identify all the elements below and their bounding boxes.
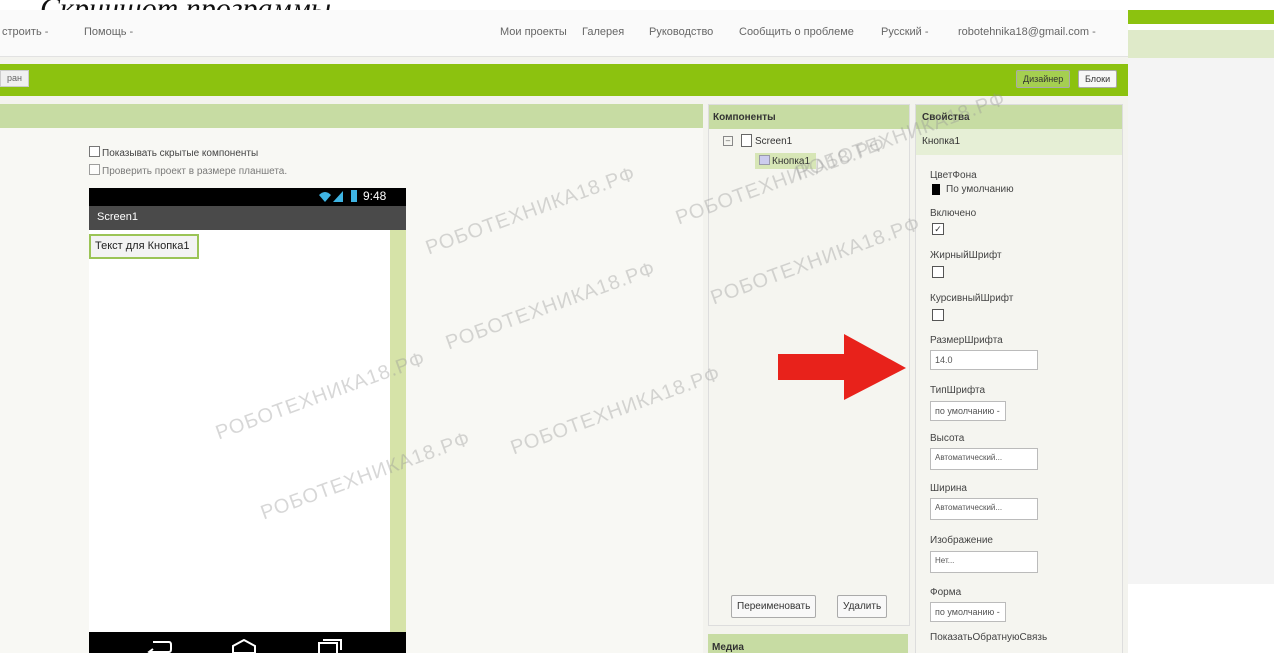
bgcolor-value[interactable]: По умолчанию (946, 184, 1014, 195)
bold-label: ЖирныйШрифт (930, 250, 1002, 261)
menu-guide[interactable]: Руководство (649, 26, 713, 38)
menu-report-problem[interactable]: Сообщить о проблеме (739, 26, 854, 38)
background-panel (1128, 58, 1274, 584)
phone-scroll-area (390, 230, 406, 632)
screen-icon (741, 134, 752, 147)
italic-checkbox[interactable] (932, 309, 944, 321)
height-label: Высота (930, 433, 965, 444)
delete-button[interactable]: Удалить (837, 595, 888, 618)
red-arrow-pointer (778, 332, 908, 405)
background-strip-light (1128, 30, 1274, 58)
image-label: Изображение (930, 535, 993, 546)
show-hidden-checkbox[interactable] (89, 146, 100, 157)
fontsize-input[interactable]: 14.0 (930, 350, 1038, 370)
project-toolbar (0, 64, 1128, 96)
properties-panel: Свойства Кнопка1 ЦветФона По умолчанию В… (915, 104, 1123, 653)
tablet-preview-checkbox[interactable] (89, 164, 100, 175)
collapse-icon[interactable]: – (723, 136, 733, 146)
rename-button[interactable]: Переименовать (731, 595, 817, 618)
bold-checkbox[interactable] (932, 266, 944, 278)
phone-status-bar: 9:48 (89, 188, 406, 206)
tablet-preview-label: Проверить проект в размере планшета. (102, 166, 288, 176)
phone-clock: 9:48 (363, 189, 387, 203)
designer-button[interactable]: Дизайнер (1016, 70, 1071, 88)
shape-label: Форма (930, 587, 962, 598)
show-hidden-option[interactable]: Показывать скрытые компоненты (89, 146, 258, 159)
screen-title: Screen1 (97, 211, 138, 223)
bgcolor-label: ЦветФона (930, 170, 977, 181)
enabled-label: Включено (930, 208, 977, 219)
selected-component-bar: Кнопка1 (916, 129, 1122, 155)
button-component-icon (759, 155, 770, 165)
enabled-checkbox[interactable]: ✓ (932, 223, 944, 235)
menu-language[interactable]: Русский - (881, 26, 929, 38)
components-header: Компоненты (709, 105, 909, 129)
back-icon[interactable] (147, 639, 173, 653)
bgcolor-swatch[interactable] (932, 184, 940, 195)
media-header: Медиа (708, 634, 908, 653)
tree-screen1[interactable]: Screen1 (755, 136, 792, 147)
height-input[interactable]: Автоматический... (930, 448, 1038, 470)
width-label: Ширина (930, 483, 967, 494)
phone-nav-bar (89, 632, 406, 653)
fonttype-label: ТипШрифта (930, 385, 986, 396)
media-title: Медиа (712, 642, 744, 653)
recent-apps-icon[interactable] (317, 638, 343, 653)
app-inventor-window: строить - Помощь - Мои проекты Галерея Р… (0, 10, 1128, 653)
menu-help[interactable]: Помощь - (84, 26, 133, 38)
screen-title-bar: Screen1 (89, 206, 406, 230)
italic-label: КурсивныйШрифт (930, 293, 1014, 304)
tablet-preview-option[interactable]: Проверить проект в размере планшета. (89, 164, 287, 176)
feedback-label: ПоказатьОбратнуюСвязь (930, 632, 1048, 643)
menu-account[interactable]: robotehnika18@gmail.com - (958, 26, 1096, 38)
top-menu-bar: строить - Помощь - Мои проекты Галерея Р… (0, 10, 1128, 57)
background-strip-green (1128, 10, 1274, 24)
fonttype-select[interactable]: по умолчанию - (930, 401, 1006, 421)
fontsize-label: РазмерШрифта (930, 335, 1003, 346)
menu-gallery[interactable]: Галерея (582, 26, 624, 38)
image-input[interactable]: Нет... (930, 551, 1038, 573)
viewer-header (0, 104, 703, 128)
blocks-button[interactable]: Блоки (1078, 70, 1118, 88)
screen-select-tab[interactable]: ран (0, 70, 29, 87)
battery-icon (351, 190, 357, 202)
menu-build[interactable]: строить - (2, 26, 48, 38)
show-hidden-label: Показывать скрытые компоненты (102, 148, 259, 159)
wifi-signal-icon (317, 189, 347, 206)
home-icon[interactable] (231, 638, 257, 653)
shape-select[interactable]: по умолчанию - (930, 602, 1006, 622)
width-input[interactable]: Автоматический... (930, 498, 1038, 520)
button-kopka1-preview[interactable]: Текст для Кнопка1 (89, 234, 200, 259)
menu-my-projects[interactable]: Мои проекты (500, 26, 567, 38)
components-title: Компоненты (713, 112, 776, 123)
